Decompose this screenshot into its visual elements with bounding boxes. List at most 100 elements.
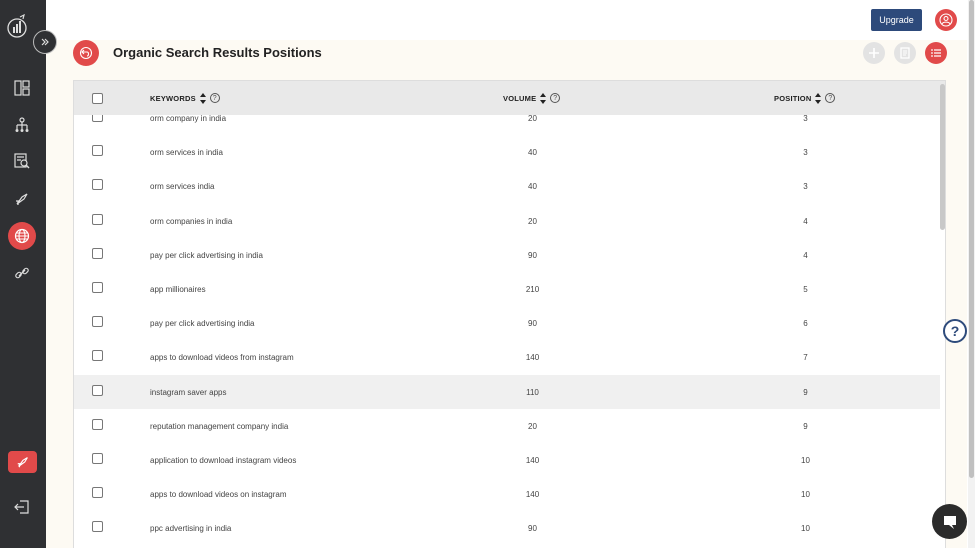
brand-logo-icon[interactable]: [6, 13, 30, 40]
table-row[interactable]: orm services india 40 3: [74, 169, 940, 203]
volume-cell: 210: [525, 285, 540, 294]
table-row[interactable]: reputation management company india 20 9: [74, 409, 940, 443]
back-button[interactable]: [73, 40, 99, 66]
plus-icon: [869, 48, 879, 58]
help-icon[interactable]: ?: [209, 93, 220, 103]
upgrade-button[interactable]: Upgrade: [871, 9, 922, 31]
table-scrollbar[interactable]: [940, 84, 945, 230]
position-cell: 9: [803, 421, 808, 431]
position-cell: 7: [803, 353, 808, 363]
keyword-cell: apps to download videos from instagram: [150, 353, 294, 363]
row-checkbox[interactable]: [92, 282, 103, 293]
row-checkbox[interactable]: [92, 384, 103, 396]
globe-icon[interactable]: [8, 222, 36, 250]
position-cell: 10: [801, 524, 810, 534]
row-checkbox[interactable]: [92, 145, 103, 157]
document-icon: [900, 47, 910, 59]
keyword-cell: apps to download videos on instagram: [150, 490, 287, 500]
table-row[interactable]: instagram saver apps 110 9: [74, 374, 940, 409]
keywords-column-header[interactable]: KEYWORDS ?: [150, 81, 220, 115]
keyword-cell: orm companies in india: [150, 216, 233, 226]
volume-cell: 110: [526, 387, 539, 397]
volume-cell: 90: [528, 250, 537, 260]
keyword-cell: orm company in india: [150, 115, 227, 123]
row-checkbox[interactable]: [92, 521, 103, 533]
volume-cell: 20: [528, 421, 537, 431]
hierarchy-icon[interactable]: [11, 114, 33, 136]
row-checkbox[interactable]: [92, 418, 103, 430]
keyword-cell: app millionaires: [150, 285, 206, 294]
question-icon: ?: [950, 323, 960, 339]
volume-cell: 90: [528, 524, 537, 534]
row-checkbox[interactable]: [92, 115, 103, 122]
keyword-cell: pay per click advertising in india: [150, 250, 263, 260]
keyword-cell: application to download instagram videos: [150, 456, 297, 465]
row-checkbox[interactable]: [92, 453, 103, 464]
chat-button[interactable]: [932, 504, 967, 539]
keyword-cell: pay per click advertising india: [150, 319, 255, 329]
add-button[interactable]: [863, 42, 885, 64]
sort-icon[interactable]: [199, 92, 206, 104]
keyword-cell: reputation management company india: [150, 421, 289, 431]
position-cell: 6: [803, 319, 808, 329]
table-row[interactable]: orm company in india 20 3: [74, 115, 940, 135]
link-icon[interactable]: [11, 262, 33, 284]
table-row[interactable]: apps to download videos on instagram 140 1…: [74, 477, 940, 511]
table-header: KEYWORDS ? VOLUME ? POSITION ?: [74, 81, 945, 115]
logout-icon[interactable]: [11, 496, 33, 518]
help-button[interactable]: ?: [943, 319, 967, 343]
search-report-icon[interactable]: [11, 150, 33, 172]
table-row[interactable]: orm companies in india 20 4: [74, 204, 940, 238]
select-all-checkbox[interactable]: [92, 92, 103, 104]
sidebar: [0, 0, 46, 548]
page-title: Organic Search Results Positions: [113, 45, 322, 60]
rocket-icon[interactable]: [11, 188, 33, 210]
volume-cell: 90: [528, 319, 537, 329]
row-checkbox[interactable]: [92, 487, 103, 499]
row-checkbox[interactable]: [92, 247, 103, 259]
table-row[interactable]: pay per click advertising in india 90 4: [74, 238, 940, 272]
table-row[interactable]: orm services in india 40 3: [74, 135, 940, 169]
position-cell: 10: [801, 490, 810, 500]
keyword-cell: ppc advertising in india: [150, 524, 232, 534]
position-cell: 10: [801, 456, 810, 465]
volume-cell: 40: [528, 148, 537, 158]
list-view-button[interactable]: [925, 42, 947, 64]
table-row[interactable]: pay per click advertising india 90 6: [74, 306, 940, 340]
keywords-table: KEYWORDS ? VOLUME ? POSITION ? orm compa…: [73, 80, 946, 548]
page-scrollbar[interactable]: [969, 0, 974, 478]
position-cell: 4: [803, 250, 808, 260]
volume-column-header[interactable]: VOLUME ?: [503, 81, 561, 115]
row-checkbox[interactable]: [92, 213, 103, 225]
help-icon[interactable]: ?: [825, 93, 836, 103]
row-checkbox[interactable]: [92, 179, 103, 191]
sidebar-expand-button[interactable]: [33, 30, 57, 54]
chat-icon: [943, 515, 956, 529]
volume-cell: 40: [528, 182, 537, 192]
volume-cell: 140: [525, 490, 540, 500]
table-row[interactable]: app millionaires 210 5: [74, 272, 940, 306]
export-button[interactable]: [894, 42, 916, 64]
dashboard-icon[interactable]: [11, 77, 33, 99]
position-column-header[interactable]: POSITION ?: [774, 81, 836, 115]
sort-icon[interactable]: [540, 92, 547, 104]
help-icon[interactable]: ?: [550, 93, 561, 103]
keyword-cell: orm services india: [150, 182, 215, 192]
row-checkbox[interactable]: [92, 316, 103, 328]
table-body: orm company in india 20 3 orm services in i…: [74, 115, 940, 548]
sort-icon[interactable]: [815, 92, 822, 104]
user-avatar-icon[interactable]: [935, 9, 957, 31]
table-row[interactable]: application to download instagram videos…: [74, 443, 940, 477]
rocket-badge-icon[interactable]: [8, 451, 37, 473]
position-cell: 5: [803, 285, 808, 294]
list-icon: [931, 49, 941, 57]
volume-cell: 140: [525, 456, 540, 465]
back-arrow-icon: [79, 46, 93, 60]
volume-header-label: VOLUME: [503, 93, 537, 103]
table-row[interactable]: apps to download videos from instagram 14…: [74, 340, 940, 374]
volume-cell: 20: [528, 115, 537, 123]
keywords-header-label: KEYWORDS: [150, 93, 196, 103]
volume-cell: 140: [525, 353, 540, 363]
table-row[interactable]: ppc advertising in india 90 10: [74, 511, 940, 545]
row-checkbox[interactable]: [92, 350, 103, 362]
